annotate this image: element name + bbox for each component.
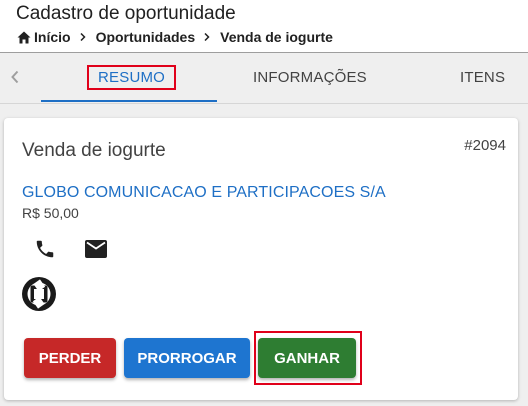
tab-resumo[interactable]: RESUMO: [87, 65, 177, 90]
active-tab-indicator: [41, 100, 217, 102]
opportunity-card: Venda de iogurte #2094 GLOBO COMUNICACAO…: [4, 118, 518, 400]
opportunity-value: R$ 50,00: [22, 205, 79, 221]
chevron-left-icon: [11, 70, 19, 84]
breadcrumb-opportunities[interactable]: Oportunidades: [96, 29, 196, 45]
mail-icon[interactable]: [85, 239, 107, 259]
tab-itens[interactable]: ITENS: [460, 69, 505, 86]
opportunity-id: #2094: [464, 137, 506, 154]
app-header: Cadastro de oportunidade Início Oportuni…: [0, 0, 528, 53]
breadcrumb-home[interactable]: Início: [34, 29, 71, 45]
company-link[interactable]: GLOBO COMUNICACAO E PARTICIPACOES S/A: [22, 184, 386, 202]
lose-button[interactable]: PERDER: [24, 338, 116, 378]
opportunity-title: Venda de iogurte: [22, 140, 166, 161]
breadcrumb-current: Venda de iogurte: [220, 29, 333, 45]
chevron-right-icon: [80, 33, 86, 41]
extend-button[interactable]: PRORROGAR: [124, 338, 250, 378]
tab-bar: RESUMO INFORMAÇÕES ITENS: [0, 53, 528, 104]
page-title: Cadastro de oportunidade: [16, 3, 236, 24]
chevron-right-icon: [204, 33, 210, 41]
tab-scroll-left-button[interactable]: [6, 67, 24, 87]
home-icon[interactable]: [17, 31, 31, 44]
tab-informacoes[interactable]: INFORMAÇÕES: [253, 69, 367, 86]
win-button[interactable]: GANHAR: [258, 338, 356, 378]
phone-icon[interactable]: [34, 238, 56, 260]
breadcrumb: Início Oportunidades Venda de iogurte: [17, 29, 333, 45]
totvs-logo-icon: [22, 277, 56, 311]
